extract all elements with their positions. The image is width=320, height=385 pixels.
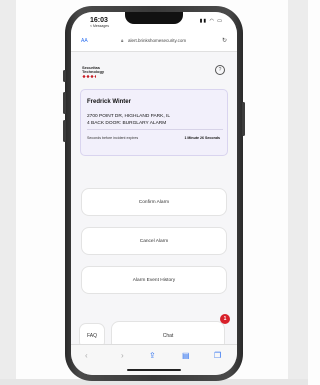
brand-logo-line2: Technology <box>82 69 105 74</box>
expires-label: Seconds before incident expires <box>87 136 139 140</box>
notch <box>125 12 183 24</box>
phone-frame: 16:03 < Messages ▮▮ ◠ ▭ AA 🔒︎ alert.brin… <box>63 6 245 381</box>
subscriber-name: Fredrick Winter <box>87 99 131 105</box>
tabs-icon[interactable]: ❐ <box>214 352 221 360</box>
help-icon[interactable]: ? <box>215 65 225 75</box>
home-indicator <box>127 369 181 371</box>
volume-down-button <box>63 120 66 142</box>
url-text[interactable]: alert.brinkshomesecurity.com <box>128 38 186 43</box>
volume-up-button <box>63 92 66 114</box>
back-to-messages-link[interactable]: < Messages <box>90 24 109 28</box>
browser-address-bar[interactable]: AA 🔒︎ alert.brinkshomesecurity.com ↻ <box>71 32 237 52</box>
chat-unread-badge: 1 <box>220 314 230 324</box>
phone-screen: 16:03 < Messages ▮▮ ◠ ▭ AA 🔒︎ alert.brin… <box>71 12 237 375</box>
incident-card: Fredrick Winter 2700 POINT DR, HIGHLAND … <box>80 89 228 156</box>
mute-switch <box>63 70 66 82</box>
alarm-event-history-button[interactable]: Alarm Event History <box>81 266 227 294</box>
card-divider <box>87 129 223 130</box>
address-line-2: 4 BACK DOOR: BURGLARY ALARM <box>87 121 167 126</box>
status-time: 16:03 <box>90 17 108 24</box>
confirm-alarm-button[interactable]: Confirm Alarm <box>81 188 227 216</box>
chevron-left-icon[interactable]: ‹ <box>85 352 88 360</box>
background-panel-left <box>0 0 16 385</box>
lock-icon: 🔒︎ <box>121 38 124 43</box>
power-button <box>242 102 245 136</box>
address-line-1: 2700 POINT DR, HIGHLAND PARK, IL <box>87 114 170 119</box>
page-content: Securitas Technology ? Fredrick Winter 2… <box>71 52 237 351</box>
expiry-countdown: 1 Minute 26 Seconds <box>184 136 220 140</box>
signal-wifi-battery-icon: ▮▮ ◠ ▭ <box>199 18 223 24</box>
incident-address: 2700 POINT DR, HIGHLAND PARK, IL 4 BACK … <box>87 113 170 127</box>
status-bar: 16:03 < Messages ▮▮ ◠ ▭ <box>71 12 237 32</box>
reader-settings-button[interactable]: AA <box>81 38 88 44</box>
book-icon[interactable]: ▤ <box>182 352 190 360</box>
brand-logo-dots <box>82 75 96 78</box>
cancel-alarm-button[interactable]: Cancel Alarm <box>81 227 227 255</box>
reload-icon[interactable]: ↻ <box>222 37 227 44</box>
chevron-right-icon[interactable]: › <box>121 352 124 360</box>
background-panel-right <box>288 0 308 385</box>
share-icon[interactable]: ⇪ <box>149 352 156 360</box>
